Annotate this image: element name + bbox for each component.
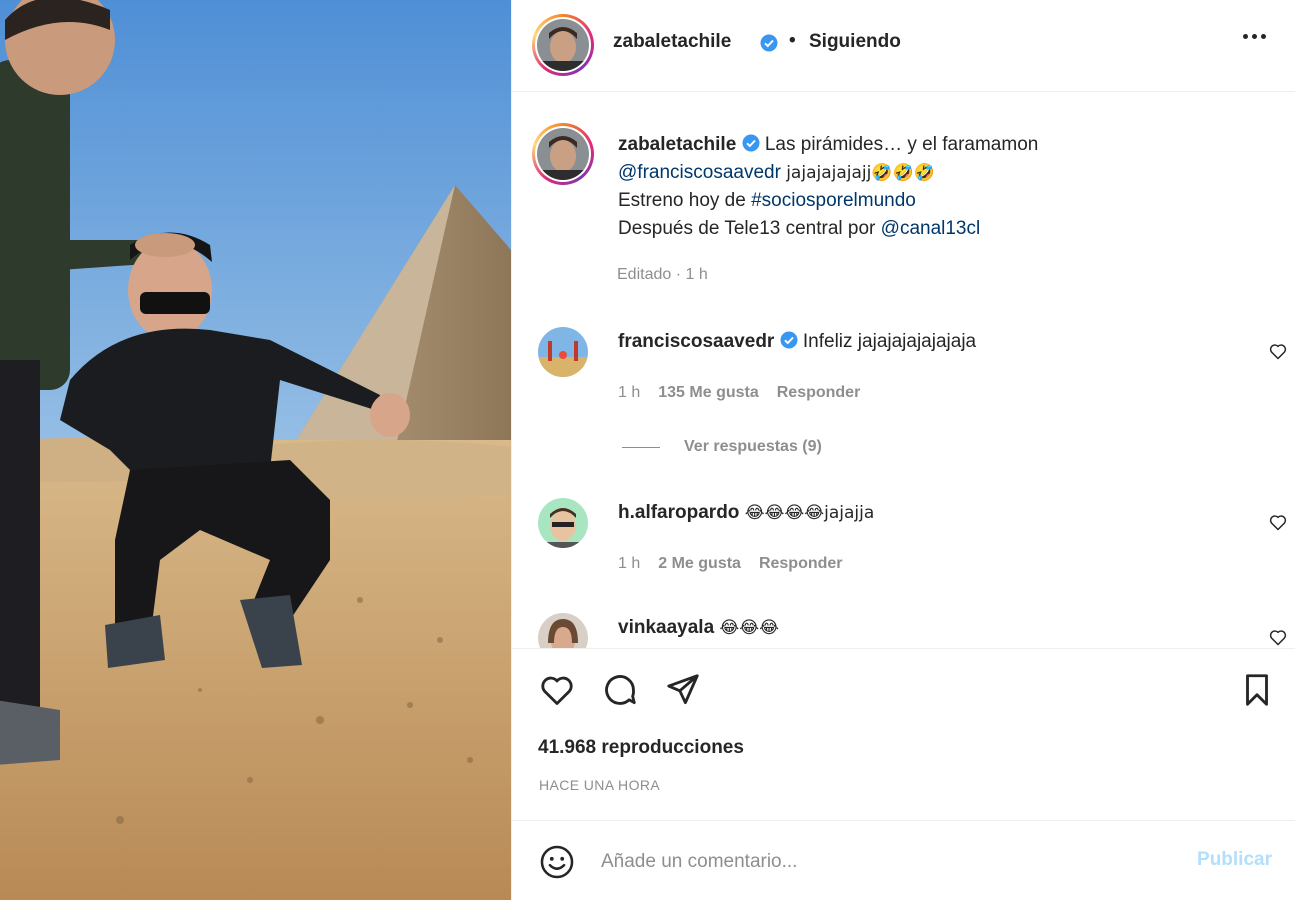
caption-text: zabaletachile Las pirámides… y el farama… [618, 131, 1258, 243]
caption-line-1: Las pirámides… y el faramamon [764, 134, 1039, 155]
comment-text: 😂😂😂😂jajajja [744, 503, 875, 523]
caption-hashtag-link[interactable]: #sociosporelmundo [751, 190, 916, 211]
verified-badge-icon [780, 331, 798, 349]
author-avatar[interactable] [532, 14, 594, 76]
commenter-avatar[interactable] [538, 327, 588, 377]
post-timestamp[interactable]: HACE UNA HORA [539, 777, 660, 793]
post-sidebar: zabaletachile • Siguiendo zabaletachile … [511, 0, 1295, 900]
verified-badge-icon [742, 134, 760, 152]
comment-username[interactable]: franciscosaavedr [618, 331, 774, 352]
caption-mention-link[interactable]: @franciscosaavedr [618, 162, 781, 183]
emoji-icon[interactable] [538, 843, 576, 881]
more-options-icon[interactable] [1243, 34, 1266, 39]
heart-icon[interactable] [1268, 341, 1288, 361]
comment-likes-button[interactable]: 2 Me gusta [658, 555, 741, 573]
caption-author-avatar[interactable] [532, 123, 594, 185]
commenter-avatar[interactable] [538, 498, 588, 548]
post-actions: 41.968 reproducciones HACE UNA HORA [512, 648, 1295, 820]
caption-line-4: Después de Tele13 central por [618, 218, 876, 239]
caption-line-3: Estreno hoy de [618, 190, 746, 211]
header-separator: • [789, 30, 796, 51]
comment-likes-button[interactable]: 135 Me gusta [658, 384, 758, 402]
comment-time: 1 h [618, 555, 641, 572]
share-icon[interactable] [664, 671, 702, 709]
reply-button[interactable]: Responder [777, 384, 861, 402]
comment-text: 😂😂😂 [719, 618, 780, 638]
verified-badge-icon [760, 34, 778, 52]
comments-list[interactable]: zabaletachile Las pirámides… y el farama… [512, 93, 1295, 648]
reply-button[interactable]: Responder [759, 555, 843, 573]
comment-icon[interactable] [601, 671, 639, 709]
following-button[interactable]: Siguiendo [809, 31, 901, 53]
replies-divider [622, 446, 660, 448]
heart-icon[interactable] [538, 671, 576, 709]
comment-text: Infeliz jajajajajajajaja [802, 331, 977, 352]
view-replies-label: Ver respuestas (9) [684, 438, 822, 455]
heart-icon[interactable] [1268, 627, 1288, 647]
caption-username[interactable]: zabaletachile [618, 134, 736, 155]
post-media[interactable] [0, 0, 511, 900]
comment-username[interactable]: h.alfaropardo [618, 502, 739, 523]
caption-mention-link[interactable]: @canal13cl [881, 218, 981, 239]
comment-username[interactable]: vinkaayala [618, 617, 714, 638]
post-video-frame [0, 0, 511, 900]
comment-time: 1 h [618, 384, 641, 401]
add-comment-bar: Publicar [512, 820, 1295, 900]
caption-line-2: jajajajajajj🤣🤣🤣 [786, 163, 935, 183]
view-replies-button[interactable]: Ver respuestas (9) [622, 438, 822, 456]
views-count[interactable]: 41.968 reproducciones [538, 737, 744, 759]
publish-button[interactable]: Publicar [1197, 849, 1272, 871]
commenter-avatar[interactable] [538, 613, 588, 648]
comment-input[interactable] [601, 847, 1161, 877]
caption-edited-time: Editado · 1 h [617, 266, 708, 283]
heart-icon[interactable] [1268, 512, 1288, 532]
post-header: zabaletachile • Siguiendo [512, 0, 1295, 92]
bookmark-icon[interactable] [1238, 671, 1276, 709]
author-username[interactable]: zabaletachile [613, 31, 731, 53]
